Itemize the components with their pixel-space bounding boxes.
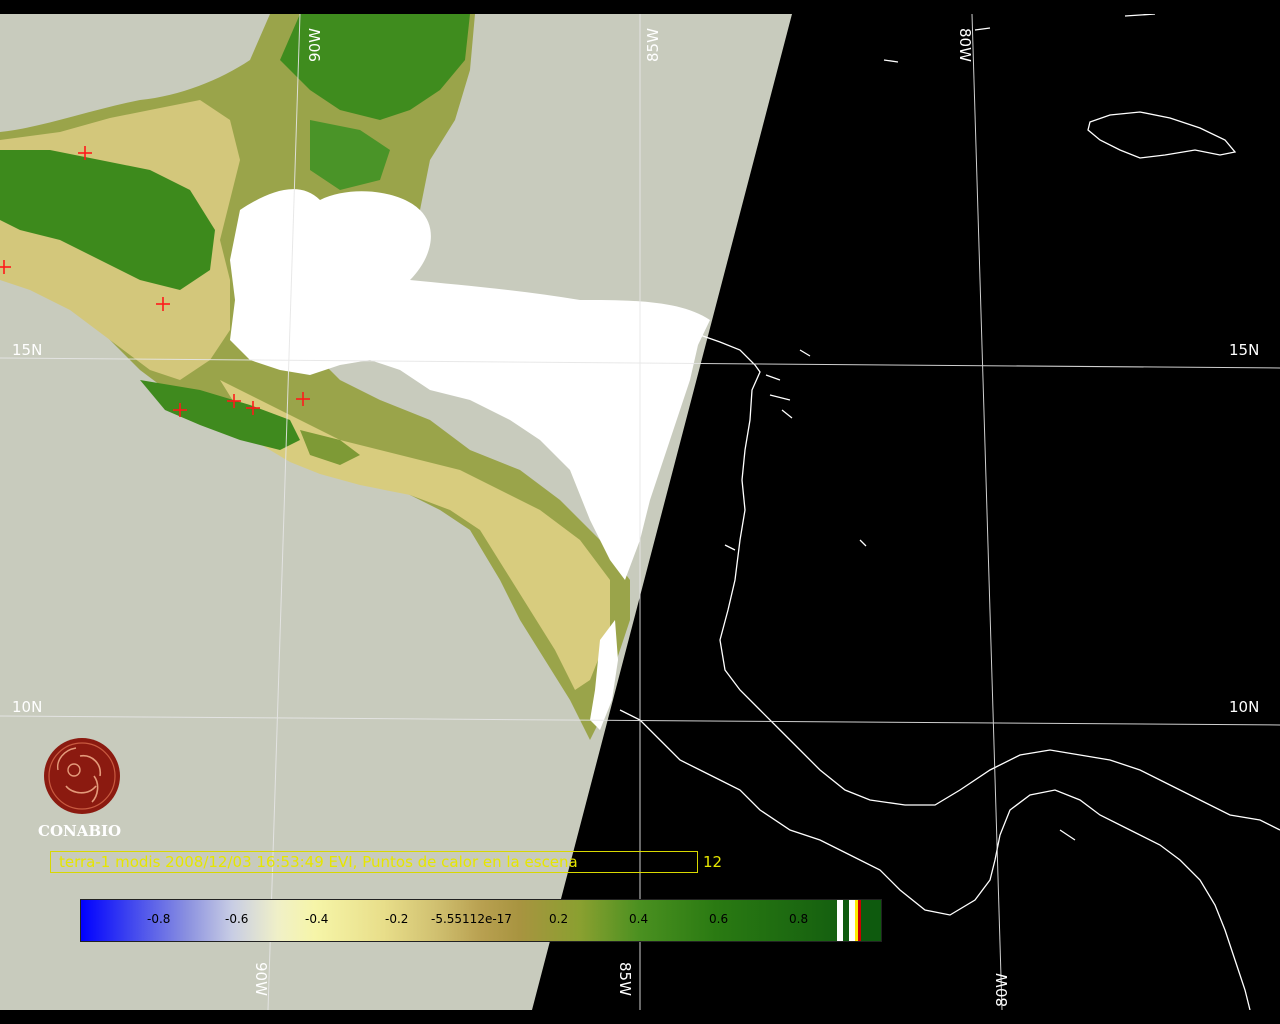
colorbar-tick: -0.6 bbox=[225, 912, 249, 926]
label-10n-left: 10N bbox=[12, 698, 43, 716]
colorbar-tick: 0.8 bbox=[789, 912, 809, 926]
label-80w-top: 80W bbox=[956, 28, 974, 62]
label-15n-right: 15N bbox=[1229, 341, 1260, 359]
colorbar-tick: 0.2 bbox=[549, 912, 569, 926]
label-80w-bottom: 80W bbox=[993, 973, 1011, 1007]
colorbar-tick: 0.4 bbox=[629, 912, 649, 926]
hotspot-count: 12 bbox=[703, 853, 723, 871]
label-85w-bottom: 85W bbox=[616, 962, 634, 996]
label-15n-left: 15N bbox=[12, 341, 43, 359]
colorbar-tick: -0.8 bbox=[147, 912, 171, 926]
colorbar-tick: -0.2 bbox=[385, 912, 409, 926]
label-90w-bottom: 90W bbox=[252, 962, 270, 996]
colorbar-tick: -0.4 bbox=[305, 912, 329, 926]
label-10n-right: 10N bbox=[1229, 698, 1260, 716]
colorbar-tick: 0.6 bbox=[709, 912, 729, 926]
evi-colorbar: -0.8 -0.6 -0.4 -0.2 -5.55112e-17 0.2 0.4… bbox=[80, 899, 882, 942]
frame-top bbox=[0, 0, 1280, 14]
colorbar-stripe-red bbox=[858, 900, 861, 941]
scene-caption-text: terra-1 modis 2008/12/03 16:53:49 EVI, P… bbox=[50, 851, 698, 873]
label-85w-top: 85W bbox=[644, 28, 662, 62]
colorbar-tick: -5.55112e-17 bbox=[431, 912, 512, 926]
label-90w-top: 90W bbox=[306, 28, 324, 62]
frame-bottom bbox=[0, 1010, 1280, 1024]
conabio-logo-text: CONABIO bbox=[38, 822, 122, 840]
